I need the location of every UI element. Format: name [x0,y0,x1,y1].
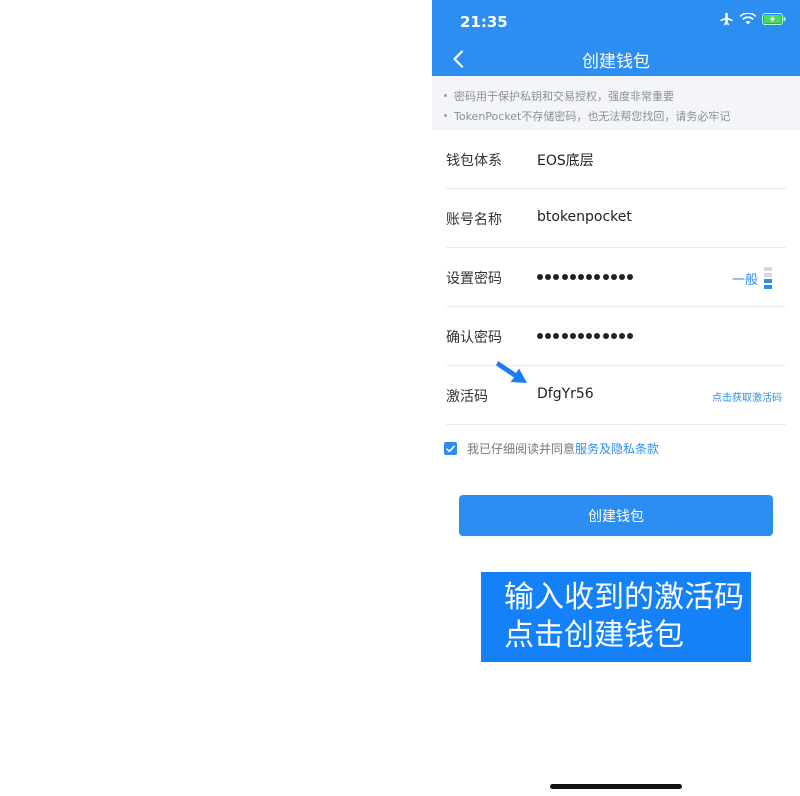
home-indicator[interactable] [550,784,682,789]
agreement-checkbox[interactable] [444,442,457,455]
caption-line-2: 点击创建钱包 [504,618,684,653]
password-dot [594,333,601,339]
agreement-row: 我已仔细阅读并同意 服务及隐私条款 [444,440,659,457]
password-dot [594,274,601,280]
password-dot [545,333,552,339]
password-strength: 一般 [732,267,772,289]
page-title: 创建钱包 [582,52,650,72]
instruction-caption: 输入收到的激活码 点击创建钱包 [481,572,751,662]
password-dot [610,274,617,280]
status-time: 21:35 [460,13,508,31]
confirm-password-field[interactable] [537,333,634,339]
password-dot [618,274,625,280]
notice-box: 密码用于保护私钥和交易授权，强度非常重要 TokenPocket不存储密码，也无… [432,76,800,130]
password-dot [610,333,617,339]
pointer-arrow-icon [496,361,527,383]
password-dot [553,333,560,339]
password-dot [577,274,584,280]
create-wallet-button[interactable]: 创建钱包 [459,495,773,536]
strength-bar [764,285,772,289]
wallet-system-value: EOS底层 [537,153,594,169]
account-name-row: 账号名称 btokenpocket [446,189,786,248]
terms-link[interactable]: 服务及隐私条款 [575,440,659,457]
strength-bar [764,267,772,271]
password-dot [586,333,593,339]
notice-item: 密码用于保护私钥和交易授权，强度非常重要 [444,88,674,104]
wallet-system-row[interactable]: 钱包体系 EOS底层 [446,130,786,189]
agreement-text: 我已仔细阅读并同意 [467,442,576,456]
set-password-row: 设置密码 一般 [446,248,786,307]
password-dot [618,333,625,339]
strength-label: 一般 [731,272,758,288]
status-icons [719,12,786,26]
password-dot [627,333,634,339]
strength-bars [764,267,772,289]
password-dot [577,333,584,339]
bullet-dot [444,113,447,117]
battery-charging-icon [762,13,786,25]
airplane-icon [719,12,734,26]
password-dot [537,274,543,280]
notice-item: TokenPocket不存储密码，也无法帮您找回，请务必牢记 [444,108,730,124]
get-activation-code-link[interactable]: 点击获取激活码 [712,389,782,404]
password-dot [602,274,609,280]
set-password-field[interactable] [537,274,634,280]
notice-text: TokenPocket不存储密码，也无法帮您找回，请务必牢记 [454,110,731,123]
account-name-label: 账号名称 [446,212,502,228]
password-dot [561,333,568,339]
notice-text: 密码用于保护私钥和交易授权，强度非常重要 [454,90,674,103]
password-dot [545,274,552,280]
password-dot [627,274,634,280]
strength-bar [764,279,772,283]
password-dot [569,274,576,280]
password-dot [569,333,576,339]
wallet-system-label: 钱包体系 [446,153,502,169]
account-name-field[interactable]: btokenpocket [537,209,632,225]
bullet-dot [444,93,447,97]
password-dot [537,333,543,339]
checkmark-icon [446,445,455,452]
password-dot [602,333,609,339]
set-password-label: 设置密码 [446,271,502,287]
password-dot [586,274,593,280]
password-dot [561,274,568,280]
activation-code-label: 激活码 [446,389,488,405]
caption-line-1: 输入收到的激活码 [504,580,744,615]
strength-bar [764,273,772,277]
wifi-icon [740,13,756,25]
app-screen: 21:35 创建钱包 密码用于保护私钥和交易授权，强度非常重要 TokenPoc… [432,0,800,796]
confirm-password-label: 确认密码 [446,330,502,346]
header-bar: 21:35 创建钱包 [432,0,800,76]
password-dot [553,274,560,280]
activation-code-field[interactable]: DfgYr56 [537,386,594,402]
